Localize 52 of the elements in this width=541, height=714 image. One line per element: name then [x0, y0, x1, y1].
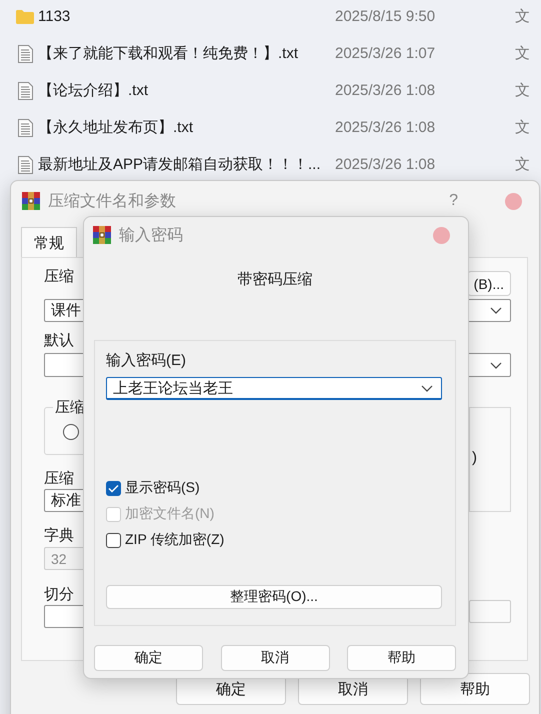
- close-button[interactable]: [433, 226, 450, 244]
- file-name[interactable]: 【论坛介绍】.txt: [38, 81, 335, 100]
- password-field[interactable]: 上老王论坛当老王: [106, 377, 442, 400]
- input-field[interactable]: [469, 600, 511, 623]
- close-button[interactable]: [505, 192, 522, 210]
- chevron-icon: [490, 307, 502, 314]
- file-name[interactable]: 最新地址及APP请发邮箱自动获取！！！...: [38, 155, 335, 174]
- file-date: 2025/3/26 1:08: [335, 119, 436, 136]
- checkbox-label: ZIP 传统加密(Z): [125, 531, 224, 549]
- field-label: 压缩: [44, 268, 74, 286]
- file-date: 2025/3/26 1:07: [335, 45, 436, 62]
- books-icon: [21, 191, 41, 211]
- dialog-button[interactable]: 确定: [94, 645, 203, 671]
- browse-button[interactable]: (B)...: [467, 271, 511, 296]
- file-date: 2025/8/15 9:50: [335, 8, 436, 25]
- file-date: 2025/3/26 1:08: [335, 156, 436, 173]
- file-type: 文: [515, 118, 530, 137]
- file-name[interactable]: 【永久地址发布页】.txt: [38, 118, 335, 137]
- tab[interactable]: 常规: [21, 227, 77, 257]
- organize-passwords-button[interactable]: 整理密码(O)...: [106, 585, 442, 609]
- window-title: 压缩文件名和参数: [48, 192, 177, 212]
- checkbox[interactable]: [106, 532, 121, 548]
- field-label: 压缩: [44, 470, 74, 488]
- field-label: 输入密码(E): [106, 352, 186, 370]
- window-title: 输入密码: [119, 226, 184, 246]
- dialog-button[interactable]: 帮助: [347, 645, 456, 671]
- file-type: 文: [515, 81, 530, 100]
- file-type: 文: [515, 7, 530, 26]
- dialog-button[interactable]: 帮助: [420, 673, 530, 705]
- chevron-icon: [421, 384, 433, 392]
- field-label: 字典: [44, 527, 74, 545]
- document-icon: [18, 156, 32, 174]
- file-name[interactable]: 1133: [38, 8, 335, 25]
- document-icon: [18, 118, 32, 136]
- dialog-button[interactable]: 取消: [220, 645, 330, 671]
- radio-button[interactable]: [63, 424, 79, 440]
- file-type: 文: [515, 44, 530, 63]
- chevron-icon: [490, 362, 502, 368]
- field-label: 默认: [44, 332, 75, 350]
- file-name[interactable]: 【来了就能下载和观看！纯免费！】.txt: [38, 44, 335, 63]
- field-label: 切分: [44, 586, 74, 604]
- file-date: 2025/3/26 1:08: [335, 82, 436, 99]
- checkbox-label: 显示密码(S): [125, 479, 200, 497]
- checkbox-label: 加密文件名(N): [125, 505, 214, 523]
- checkbox[interactable]: [106, 480, 121, 496]
- dialog-heading: 带密码压缩: [236, 271, 314, 289]
- file-type: 文: [515, 155, 530, 174]
- document-icon: [18, 82, 32, 100]
- document-icon: [18, 44, 32, 62]
- folder-icon: [16, 10, 34, 24]
- group-text: ): [472, 449, 477, 466]
- books-icon: [92, 225, 112, 245]
